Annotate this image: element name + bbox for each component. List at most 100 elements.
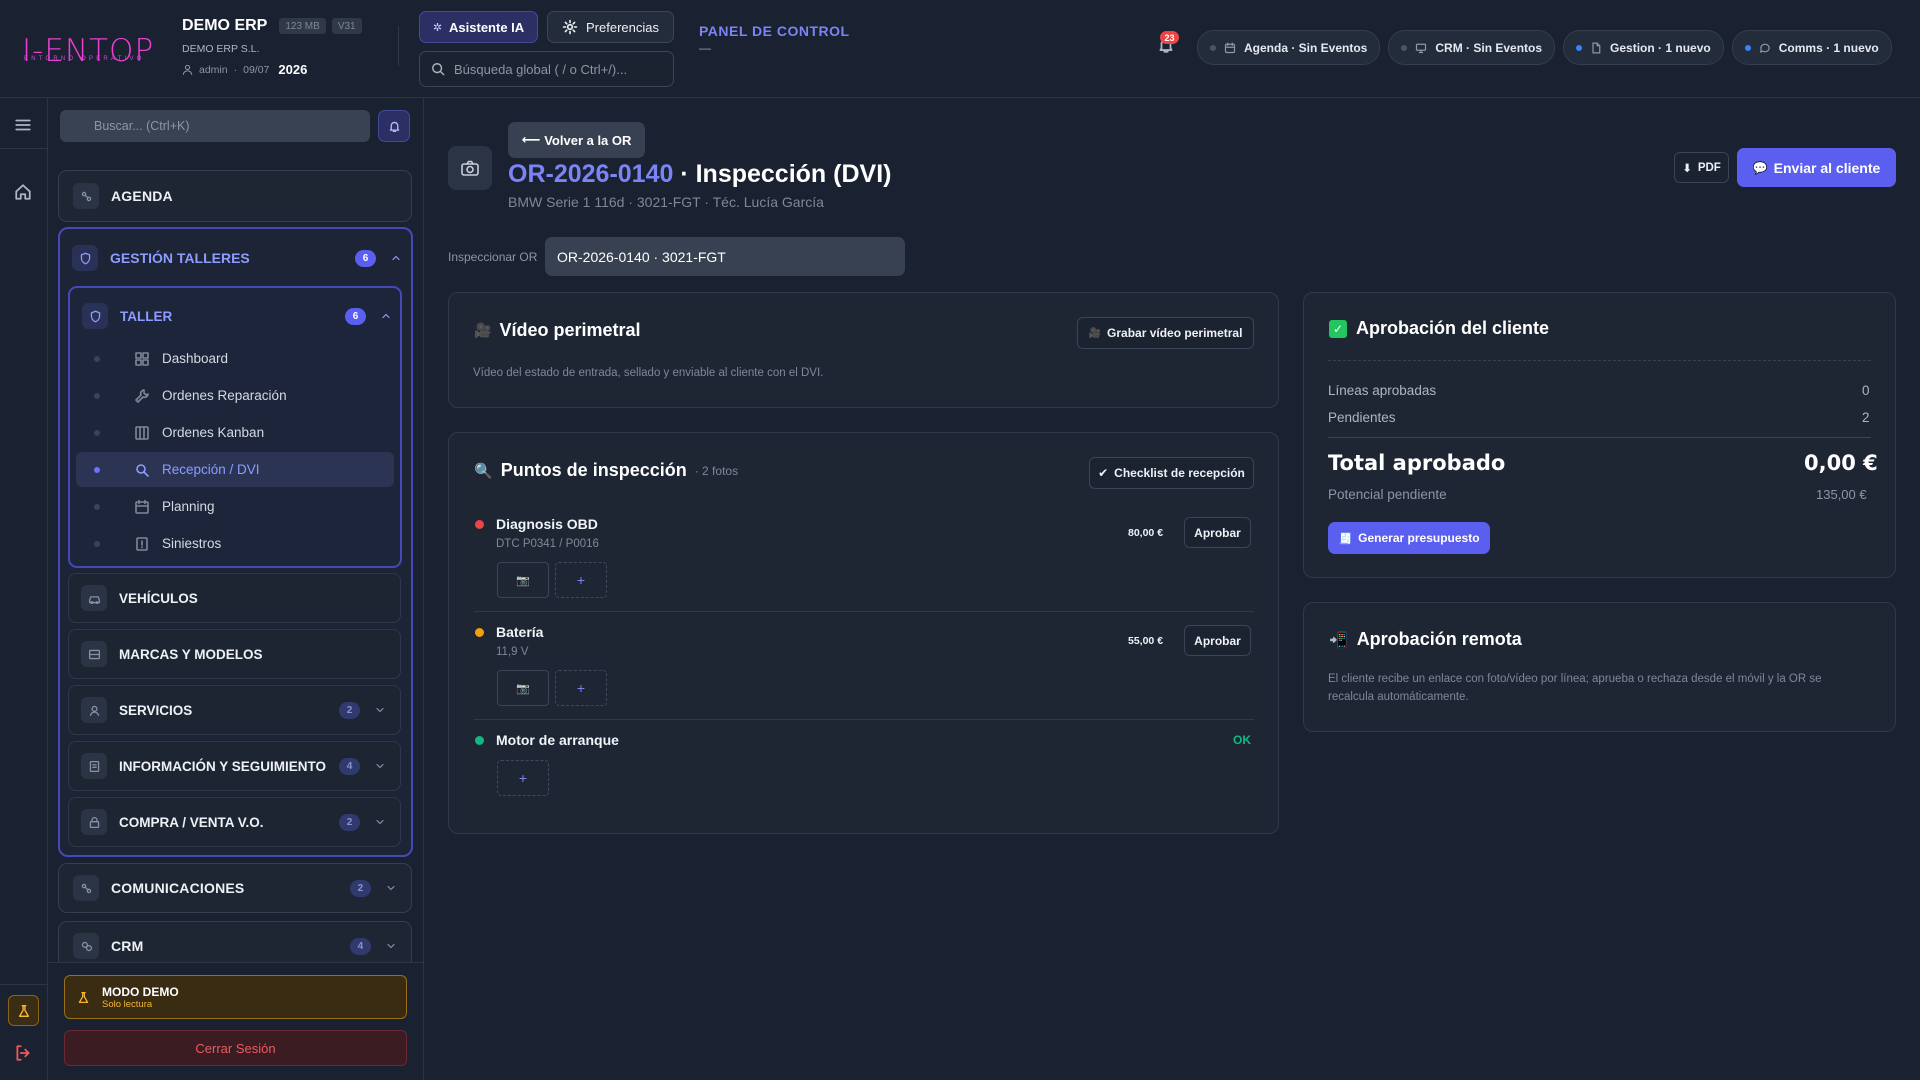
- video-description: Vídeo del estado de entrada, sellado y e…: [473, 367, 824, 379]
- sidebar-item-vehiculos[interactable]: VEHÍCULOS: [68, 573, 401, 623]
- ai-assistant-button[interactable]: ✲ Asistente IA: [419, 11, 538, 43]
- demo-mode-rail-button[interactable]: [8, 995, 39, 1026]
- status-pill-crm[interactable]: CRM · Sin Eventos: [1388, 30, 1556, 65]
- photo-thumbnail[interactable]: 📷: [497, 562, 549, 598]
- document-icon: [1590, 42, 1602, 54]
- app-logo[interactable]: I-ENTOP: [22, 33, 154, 69]
- dashboard-icon: [134, 351, 150, 367]
- approve-button[interactable]: Aprobar: [1184, 517, 1251, 548]
- comms-icon: [73, 875, 99, 901]
- home-icon[interactable]: [14, 183, 32, 201]
- notifications-button[interactable]: 23: [1157, 31, 1179, 58]
- chevron-up-icon: [380, 310, 392, 322]
- video-card: [448, 292, 1279, 408]
- sidebar-item-planning[interactable]: Planning: [76, 489, 394, 524]
- sidebar-item-compra-venta[interactable]: COMPRA / VENTA V.O. 2: [68, 797, 401, 847]
- top-header: I-ENTOP ENTORNO OPERATIVO DEMO ERP 123 M…: [0, 0, 1920, 98]
- image-icon: 📷: [516, 682, 530, 695]
- global-search-input[interactable]: Búsqueda global ( / o Ctrl+/)...: [419, 51, 674, 87]
- status-pill-gestion[interactable]: Gestion · 1 nuevo: [1563, 30, 1724, 65]
- approved-lines-value: 0: [1862, 383, 1870, 398]
- app-logo-subtitle: ENTORNO OPERATIVO: [24, 56, 145, 62]
- generate-budget-button[interactable]: 🧾 Generar presupuesto: [1328, 522, 1490, 554]
- sidebar-item-servicios[interactable]: SERVICIOS 2: [68, 685, 401, 735]
- kanban-icon: [134, 425, 150, 441]
- version-badge: V31: [331, 18, 362, 34]
- memory-badge: 123 MB: [279, 18, 326, 34]
- sidebar-item-siniestros[interactable]: Siniestros: [76, 526, 394, 561]
- car-icon: [81, 585, 107, 611]
- company-name: DEMO ERP: [182, 17, 268, 34]
- flask-icon: [17, 1004, 31, 1018]
- inspect-or-select[interactable]: OR-2026-0140 · 3021-FGT: [545, 237, 905, 276]
- gestion-count-badge: 6: [355, 249, 376, 267]
- remote-approval-title: 📲 Aprobación remota: [1329, 629, 1522, 649]
- monitor-icon: [1415, 42, 1427, 54]
- add-photo-button[interactable]: +: [555, 670, 607, 706]
- sidebar-item-informacion-seguimiento[interactable]: INFORMACIÓN Y SEGUIMIENTO 4: [68, 741, 401, 791]
- sidebar-item-ordenes-reparacion[interactable]: Ordenes Reparación: [76, 378, 394, 413]
- or-code-link[interactable]: OR-2026-0140: [508, 160, 673, 189]
- potential-pending-value: 135,00 €: [1816, 487, 1867, 502]
- reception-checklist-button[interactable]: ✔ Checklist de recepción: [1089, 457, 1254, 489]
- compra-count-badge: 2: [339, 813, 360, 831]
- sidebar-item-comunicaciones[interactable]: COMUNICACIONES 2: [58, 863, 412, 913]
- record-video-button[interactable]: 🎥 Grabar vídeo perimetral: [1077, 317, 1254, 349]
- status-dot-red: [475, 520, 484, 529]
- planning-icon: [134, 499, 150, 515]
- pdf-button[interactable]: ⬇ PDF: [1674, 152, 1729, 183]
- chat-bubble-icon: 💬: [1752, 160, 1768, 175]
- menu-hamburger-icon[interactable]: [14, 116, 32, 134]
- chat-icon: [1759, 42, 1771, 54]
- approve-button[interactable]: Aprobar: [1184, 625, 1251, 656]
- total-approved-label: Total aprobado: [1328, 451, 1506, 475]
- calendar-icon: [1224, 42, 1236, 54]
- magnifier-icon: 🔍: [474, 462, 493, 480]
- crm-count-badge: 4: [350, 937, 371, 955]
- inspect-or-label: Inspeccionar OR: [448, 250, 538, 264]
- comunicaciones-count-badge: 2: [350, 879, 371, 897]
- back-to-or-button[interactable]: ⟵ Volver a la OR: [508, 122, 645, 158]
- inspection-item-status: OK: [1233, 733, 1251, 747]
- servicios-count-badge: 2: [339, 701, 360, 719]
- wrench-icon: [134, 388, 150, 404]
- send-to-client-button[interactable]: 💬 Enviar al cliente: [1737, 148, 1896, 187]
- photo-thumbnail[interactable]: 📷: [497, 670, 549, 706]
- chevron-down-icon: [374, 816, 386, 828]
- crm-icon: [73, 933, 99, 959]
- chevron-down-icon: [385, 882, 397, 894]
- sidebar-item-dashboard[interactable]: Dashboard: [76, 341, 394, 376]
- sidebar-search-input[interactable]: Buscar... (Ctrl+K): [60, 110, 370, 142]
- sidebar-item-ordenes-kanban[interactable]: Ordenes Kanban: [76, 415, 394, 450]
- logout-icon[interactable]: [14, 1044, 32, 1062]
- sidebar-pin-button[interactable]: [378, 110, 410, 142]
- sidebar-item-gestion-talleres[interactable]: GESTIÓN TALLERES 6: [72, 234, 402, 282]
- inspection-item-price: 80,00 €: [1128, 527, 1164, 539]
- chevron-up-icon: [390, 252, 402, 264]
- status-pill-comms[interactable]: Comms · 1 nuevo: [1731, 30, 1892, 65]
- flask-icon: [77, 991, 90, 1004]
- current-user[interactable]: admin: [199, 64, 228, 76]
- sidebar-item-taller[interactable]: TALLER 6: [82, 294, 392, 338]
- logout-button[interactable]: Cerrar Sesión: [64, 1030, 407, 1066]
- sidebar: Buscar... (Ctrl+K) AGENDA GESTIÓN TALLER…: [48, 98, 424, 1080]
- video-camera-icon: 🎥: [474, 322, 492, 338]
- notification-count-badge: 23: [1160, 31, 1179, 44]
- sidebar-item-recepcion-dvi[interactable]: Recepción / DVI: [76, 452, 394, 487]
- status-pill-agenda[interactable]: Agenda · Sin Eventos: [1197, 30, 1381, 65]
- add-photo-button[interactable]: +: [555, 562, 607, 598]
- sidebar-item-marcas-modelos[interactable]: MARCAS Y MODELOS: [68, 629, 401, 679]
- sidebar-item-agenda[interactable]: AGENDA: [58, 170, 412, 222]
- photos-count: · 2 fotos: [694, 463, 739, 478]
- page-section-title: PANEL DE CONTROL: [699, 23, 850, 39]
- chevron-down-icon: [385, 940, 397, 952]
- preferences-button[interactable]: Preferencias: [547, 11, 674, 43]
- info-doc-icon: [81, 753, 107, 779]
- current-date: 09/07: [243, 63, 270, 76]
- add-photo-button[interactable]: +: [497, 760, 549, 796]
- inspection-item-detail: 11,9 V: [496, 646, 529, 658]
- inspection-icon: [134, 462, 150, 478]
- remote-approval-description: El cliente recibe un enlace con foto/víd…: [1328, 673, 1822, 703]
- download-icon: ⬇: [1682, 162, 1692, 175]
- image-icon: 📷: [516, 574, 530, 587]
